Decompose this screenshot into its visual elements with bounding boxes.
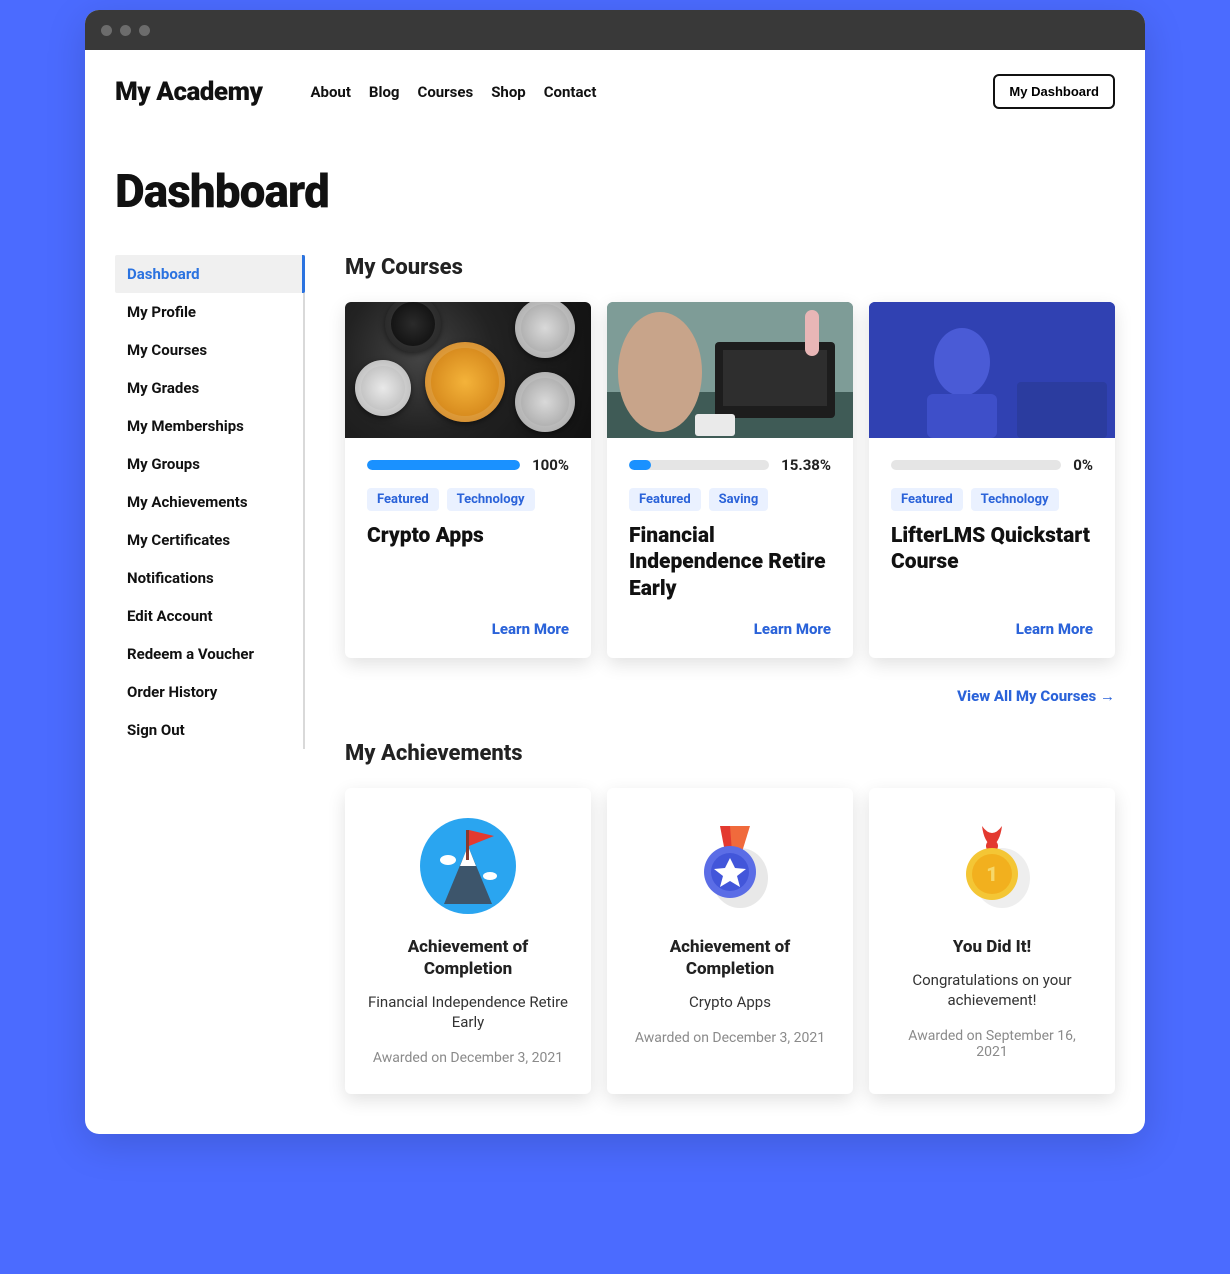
sidebar-item-sign-out[interactable]: Sign Out — [115, 711, 303, 749]
achievement-title: Achievement of Completion — [367, 936, 569, 980]
sidebar-item-grades[interactable]: My Grades — [115, 369, 303, 407]
section-title-courses: My Courses — [345, 255, 1115, 280]
brand-logo[interactable]: My Academy — [115, 77, 262, 107]
achievement-card[interactable]: Achievement of Completion Crypto Apps Aw… — [607, 788, 853, 1095]
sidebar-item-profile[interactable]: My Profile — [115, 293, 303, 331]
progress-text: 15.38% — [781, 456, 831, 474]
course-thumbnail — [607, 302, 853, 438]
course-card[interactable]: 15.38% Featured Saving Financial Indepen… — [607, 302, 853, 658]
nav-link-about[interactable]: About — [310, 83, 350, 101]
main-content: My Courses — [345, 255, 1115, 1094]
nav-link-shop[interactable]: Shop — [491, 83, 526, 101]
svg-text:1: 1 — [986, 862, 998, 886]
sidebar-item-groups[interactable]: My Groups — [115, 445, 303, 483]
course-tag[interactable]: Technology — [447, 488, 535, 511]
window-dot[interactable] — [139, 25, 150, 36]
view-all-courses-link[interactable]: View All My Courses → — [957, 687, 1115, 705]
achievement-card[interactable]: Achievement of Completion Financial Inde… — [345, 788, 591, 1095]
page-title: Dashboard — [115, 165, 1115, 219]
achievement-card[interactable]: 1 You Did It! Congratulations on your ac… — [869, 788, 1115, 1095]
progress-text: 0% — [1073, 456, 1093, 474]
course-tag[interactable]: Saving — [709, 488, 769, 511]
sidebar-item-notifications[interactable]: Notifications — [115, 559, 303, 597]
progress-row: 100% — [367, 456, 569, 474]
course-card[interactable]: 100% Featured Technology Crypto Apps Lea… — [345, 302, 591, 658]
achievement-subtitle: Crypto Apps — [629, 992, 831, 1012]
achievement-cards: Achievement of Completion Financial Inde… — [345, 788, 1115, 1095]
progress-bar — [629, 460, 769, 470]
top-nav: My Academy About Blog Courses Shop Conta… — [115, 74, 1115, 109]
my-dashboard-button[interactable]: My Dashboard — [993, 74, 1115, 109]
nav-link-courses[interactable]: Courses — [418, 83, 474, 101]
nav-link-blog[interactable]: Blog — [369, 83, 400, 101]
course-title: Financial Independence Retire Early — [629, 523, 831, 602]
star-medal-icon — [629, 816, 831, 916]
gold-medal-icon: 1 — [891, 816, 1093, 916]
sidebar-item-certificates[interactable]: My Certificates — [115, 521, 303, 559]
learn-more-link[interactable]: Learn More — [492, 620, 569, 638]
course-thumbnail — [869, 302, 1115, 438]
achievement-date: Awarded on December 3, 2021 — [629, 1030, 831, 1046]
window-titlebar — [85, 10, 1145, 50]
course-tag[interactable]: Featured — [891, 488, 963, 511]
browser-window: My Academy About Blog Courses Shop Conta… — [85, 10, 1145, 1134]
course-title: Crypto Apps — [367, 523, 569, 549]
learn-more-link[interactable]: Learn More — [1016, 620, 1093, 638]
achievement-title: Achievement of Completion — [629, 936, 831, 980]
course-tag[interactable]: Featured — [629, 488, 701, 511]
progress-row: 0% — [891, 456, 1093, 474]
sidebar-item-memberships[interactable]: My Memberships — [115, 407, 303, 445]
sidebar-item-redeem[interactable]: Redeem a Voucher — [115, 635, 303, 673]
course-tag[interactable]: Featured — [367, 488, 439, 511]
progress-bar — [891, 460, 1061, 470]
achievement-date: Awarded on December 3, 2021 — [367, 1050, 569, 1066]
course-cards: 100% Featured Technology Crypto Apps Lea… — [345, 302, 1115, 658]
course-card[interactable]: 0% Featured Technology LifterLMS Quickst… — [869, 302, 1115, 658]
nav-link-contact[interactable]: Contact — [544, 83, 597, 101]
progress-row: 15.38% — [629, 456, 831, 474]
course-title: LifterLMS Quickstart Course — [891, 523, 1093, 576]
learn-more-link[interactable]: Learn More — [754, 620, 831, 638]
progress-text: 100% — [532, 456, 569, 474]
sidebar-item-courses[interactable]: My Courses — [115, 331, 303, 369]
course-thumbnail — [345, 302, 591, 438]
mountain-flag-icon — [367, 816, 569, 916]
achievement-date: Awarded on September 16, 2021 — [891, 1028, 1093, 1060]
section-title-achievements: My Achievements — [345, 741, 1115, 766]
sidebar: Dashboard My Profile My Courses My Grade… — [115, 255, 305, 749]
sidebar-item-dashboard[interactable]: Dashboard — [115, 255, 305, 293]
sidebar-item-achievements[interactable]: My Achievements — [115, 483, 303, 521]
sidebar-item-order-history[interactable]: Order History — [115, 673, 303, 711]
achievement-subtitle: Congratulations on your achievement! — [891, 970, 1093, 1011]
sidebar-item-edit-account[interactable]: Edit Account — [115, 597, 303, 635]
achievement-title: You Did It! — [891, 936, 1093, 958]
window-dot[interactable] — [101, 25, 112, 36]
nav-links: About Blog Courses Shop Contact — [310, 83, 596, 101]
progress-bar — [367, 460, 520, 470]
achievement-subtitle: Financial Independence Retire Early — [367, 992, 569, 1033]
window-dot[interactable] — [120, 25, 131, 36]
course-tag[interactable]: Technology — [971, 488, 1059, 511]
